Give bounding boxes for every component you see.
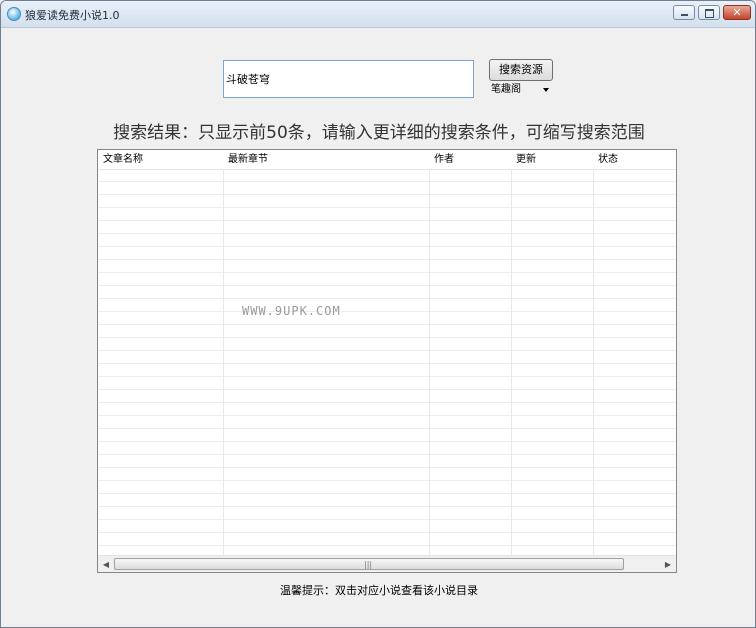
title-bar[interactable]: 狼爱读免费小说1.0 ✕	[1, 1, 755, 28]
column-header-author[interactable]: 作者	[429, 150, 511, 169]
close-icon: ✕	[732, 6, 742, 19]
column-divider	[593, 169, 594, 557]
scroll-right-icon[interactable]: ▶	[660, 556, 676, 572]
source-select-value: 笔趣阁	[491, 84, 521, 95]
results-notice: 搜索结果：只显示前50条，请输入更详细的搜索条件，可缩写搜索范围	[113, 123, 645, 143]
column-divider	[223, 169, 224, 557]
column-divider	[429, 169, 430, 557]
table-header: 文章名称 最新章节 作者 更新 状态	[98, 150, 676, 170]
column-divider	[511, 169, 512, 557]
column-header-latest-chapter[interactable]: 最新章节	[223, 150, 429, 169]
hint-text: 温馨提示：双击对应小说查看该小说目录	[280, 584, 478, 597]
app-window: 狼爱读免费小说1.0 ✕ 搜索资源 笔趣阁 搜索结果：只显示前50条，请输入更详…	[0, 0, 756, 628]
chevron-down-icon	[543, 88, 549, 92]
window-title: 狼爱读免费小说1.0	[25, 9, 120, 22]
horizontal-scrollbar[interactable]: ◀ ||| ▶	[98, 555, 676, 572]
source-select[interactable]: 笔趣阁	[491, 82, 553, 98]
maximize-button[interactable]	[698, 5, 720, 20]
watermark: WWW.9UPK.COM	[242, 304, 341, 318]
close-button[interactable]: ✕	[723, 5, 751, 20]
column-header-title[interactable]: 文章名称	[98, 150, 223, 169]
results-body[interactable]	[98, 169, 676, 557]
app-icon	[7, 7, 21, 21]
scrollbar-thumb[interactable]: |||	[114, 558, 624, 570]
column-header-updated[interactable]: 更新	[511, 150, 593, 169]
scroll-left-icon[interactable]: ◀	[98, 556, 114, 572]
search-input[interactable]	[223, 60, 474, 98]
column-header-status[interactable]: 状态	[593, 150, 676, 169]
results-table[interactable]: 文章名称 最新章节 作者 更新 状态 WWW.9UPK.COM ◀ ||| ▶	[97, 149, 677, 573]
search-button[interactable]: 搜索资源	[489, 59, 553, 81]
minimize-button[interactable]	[673, 5, 695, 20]
grip-icon: |||	[364, 560, 373, 569]
